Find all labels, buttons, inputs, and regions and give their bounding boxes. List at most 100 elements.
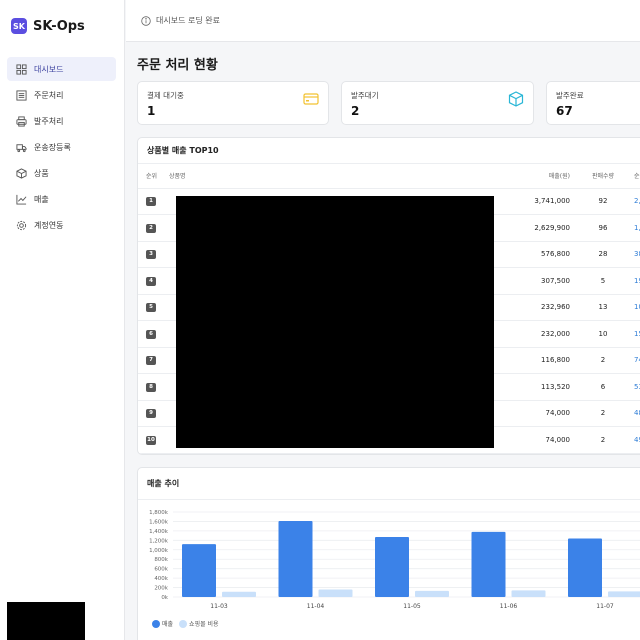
bar-sales	[471, 531, 506, 597]
sidebar-item-label: 대시보드	[34, 64, 64, 74]
info-icon	[141, 15, 151, 26]
column-header-product[interactable]: 상품명	[169, 164, 482, 189]
bar-sales	[375, 537, 409, 597]
column-header-sales[interactable]: 매출(원)	[482, 164, 572, 189]
bar-sales	[182, 544, 216, 597]
y-tick-label: 1,200k	[149, 538, 169, 544]
bar-sales	[278, 520, 313, 597]
brand[interactable]: SK SK-Ops	[0, 0, 124, 52]
sidebar-item-purchase[interactable]: 발주처리	[7, 109, 116, 133]
y-tick-label: 400k	[154, 576, 168, 582]
x-tick-label: 11-05	[403, 603, 421, 610]
profit-cell: 38	[634, 241, 640, 268]
y-tick-label: 1,800k	[149, 510, 169, 516]
sales-cell: 576,800	[482, 241, 572, 268]
y-tick-label: 1,400k	[149, 529, 169, 535]
rank-badge: 8	[146, 382, 156, 392]
stat-value: 1	[147, 104, 156, 118]
rank-cell: 8	[138, 373, 169, 401]
qty-cell: 28	[572, 241, 634, 268]
legend-item-sales[interactable]: 매출	[152, 619, 173, 628]
legend-item-mall-cost[interactable]: 쇼핑몰 비용	[179, 619, 219, 628]
legend-label: 쇼핑몰 비용	[189, 621, 219, 628]
sidebar-item-products[interactable]: 상품	[7, 161, 116, 185]
stat-label: 결제 대기중	[147, 91, 184, 100]
stat-card-payment-pending[interactable]: 결제 대기중 1	[137, 81, 329, 125]
sales-cell: 2,629,900	[482, 214, 572, 242]
column-header-profit[interactable]: 순익	[634, 164, 640, 189]
legend-label: 매출	[162, 621, 174, 628]
sales-cell: 113,520	[482, 373, 572, 401]
bar-mall-cost	[511, 590, 546, 597]
qty-cell: 5	[572, 267, 634, 295]
y-tick-label: 1,000k	[149, 548, 169, 554]
rank-cell: 2	[138, 214, 169, 242]
profit-cell: 74	[634, 347, 640, 374]
status-text: 대시보드 로딩 완료	[156, 16, 220, 25]
profit-cell: 2,3	[634, 188, 640, 215]
cube-icon	[508, 91, 524, 107]
rank-badge: 4	[146, 276, 156, 286]
sidebar-item-dashboard[interactable]: 대시보드	[7, 57, 116, 81]
qty-cell: 6	[572, 373, 634, 401]
sidebar: SK SK-Ops 대시보드 주문처리 발주처리 운송장등록 상품 매출 계정연…	[0, 0, 125, 640]
y-tick-label: 0k	[161, 595, 168, 601]
bar-mall-cost	[608, 591, 640, 597]
sales-cell: 74,000	[482, 426, 572, 454]
column-header-rank[interactable]: 순위	[138, 164, 169, 189]
sidebar-item-label: 운송장등록	[34, 142, 71, 152]
qty-cell: 2	[572, 400, 634, 427]
y-tick-label: 1,600k	[149, 519, 169, 525]
chart-legend: 매출 쇼핑몰 비용	[152, 619, 225, 628]
bar-mall-cost	[222, 591, 256, 597]
qty-cell: 92	[572, 188, 634, 215]
stat-card-order-complete[interactable]: 발주완료 67	[546, 81, 640, 125]
rank-badge: 1	[146, 197, 156, 207]
column-header-qty[interactable]: 판매수량	[572, 164, 634, 189]
table-header-row: 순위 상품명 매출(원) 판매수량 순익	[138, 164, 640, 189]
profit-cell: 19	[634, 267, 640, 295]
rank-cell: 3	[138, 241, 169, 268]
rank-badge: 10	[146, 435, 156, 445]
x-tick-label: 11-04	[307, 603, 325, 610]
qty-cell: 2	[572, 347, 634, 374]
rank-badge: 9	[146, 409, 156, 419]
sidebar-item-label: 상품	[34, 168, 49, 178]
qty-cell: 13	[572, 294, 634, 321]
brand-name: SK-Ops	[33, 18, 85, 34]
sidebar-item-orders[interactable]: 주문처리	[7, 83, 116, 107]
printer-icon	[15, 115, 27, 127]
profit-cell: 1,7	[634, 214, 640, 242]
rank-cell: 6	[138, 320, 169, 348]
stat-card-order-waiting[interactable]: 발주대기 2	[341, 81, 534, 125]
sidebar-item-waybill[interactable]: 운송장등록	[7, 135, 116, 159]
trend-card: 매출 추이 0k 200k 400k 600k 800k 1,000k 1,200k 1,40…	[137, 467, 640, 640]
bar-mall-cost	[415, 590, 449, 597]
sidebar-item-label: 계정연동	[34, 220, 64, 230]
x-tick-label: 11-06	[500, 603, 518, 610]
sidebar-item-label: 주문처리	[34, 90, 64, 100]
stat-value: 67	[556, 104, 573, 118]
sidebar-item-label: 매출	[34, 194, 49, 204]
sales-cell: 307,500	[482, 267, 572, 295]
rank-badge: 6	[146, 329, 156, 339]
list-icon	[15, 89, 27, 101]
rank-cell: 9	[138, 400, 169, 427]
stat-label: 발주완료	[556, 91, 584, 100]
y-tick-label: 600k	[154, 567, 168, 573]
x-tick-label: 11-03	[210, 603, 228, 610]
sales-cell: 232,960	[482, 294, 572, 321]
sales-cell: 232,000	[482, 320, 572, 348]
top10-title: 상품별 매출 TOP10	[138, 138, 640, 164]
sales-cell: 116,800	[482, 347, 572, 374]
profit-cell: 48	[634, 400, 640, 427]
box-icon	[15, 167, 27, 179]
stat-label: 발주대기	[351, 91, 379, 100]
profit-cell: 10	[634, 294, 640, 321]
brand-logo: SK	[11, 18, 27, 34]
rank-cell: 10	[138, 426, 169, 454]
sidebar-item-sales[interactable]: 매출	[7, 187, 116, 211]
sidebar-item-accounts[interactable]: 계정연동	[7, 213, 116, 237]
bar-mall-cost	[318, 589, 353, 597]
chart-line-icon	[15, 193, 27, 205]
